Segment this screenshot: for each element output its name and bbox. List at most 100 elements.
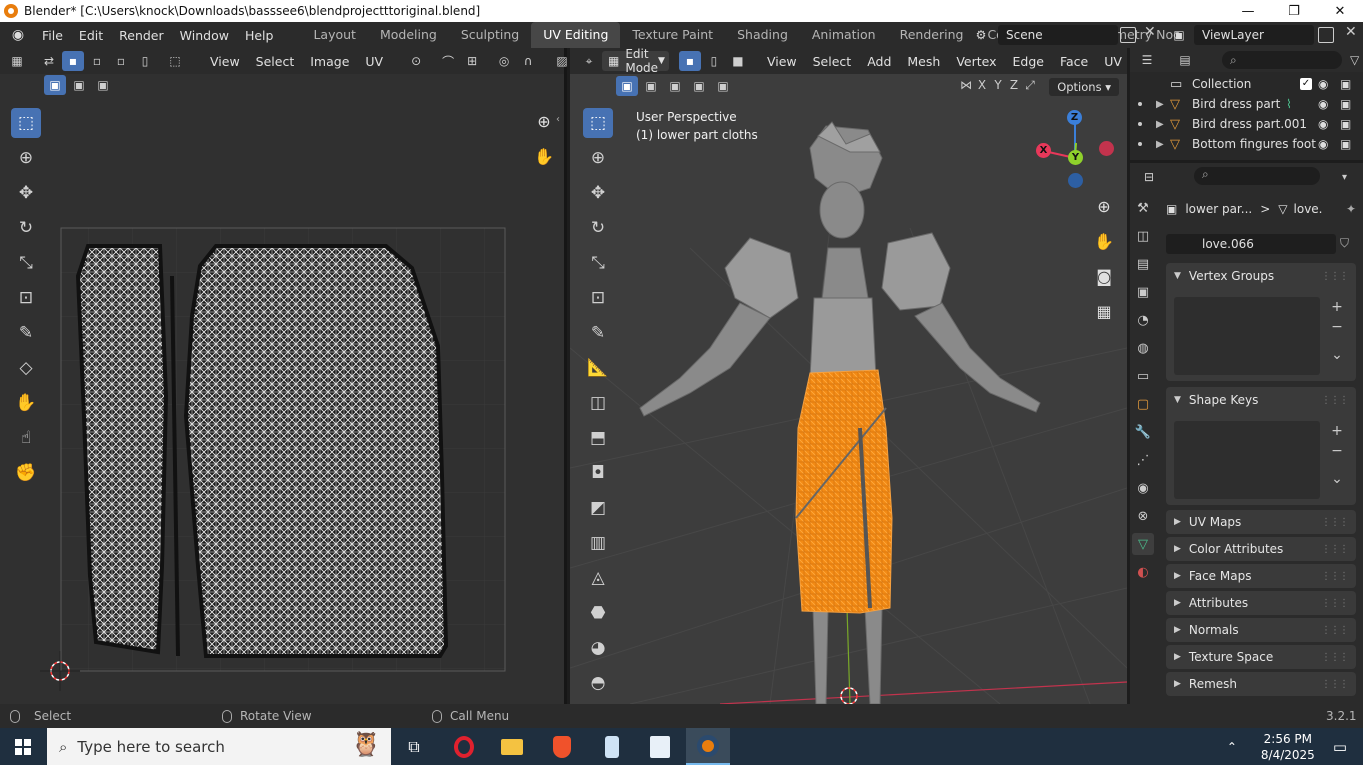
drag-grip-icon[interactable]: ⋮⋮⋮ xyxy=(1321,517,1349,528)
uv-menu-image[interactable]: Image xyxy=(302,54,357,69)
visibility-eye-icon[interactable]: ◉ xyxy=(1318,137,1328,151)
new-view-layer-icon[interactable] xyxy=(1318,27,1334,43)
vp-select-box-tool-icon[interactable]: ⬚ xyxy=(583,108,613,138)
menu-help[interactable]: Help xyxy=(237,28,282,43)
gizmo-neg-z-axis[interactable] xyxy=(1068,173,1083,188)
new-scene-icon[interactable] xyxy=(1120,27,1136,43)
vp-menu-uv[interactable]: UV xyxy=(1096,54,1127,69)
menu-edit[interactable]: Edit xyxy=(71,28,111,43)
snap-target-icon[interactable]: ⊞ xyxy=(461,51,483,71)
uv-menu-select[interactable]: Select xyxy=(248,54,303,69)
properties-editor-type-icon[interactable]: ⊟ xyxy=(1138,167,1160,187)
edge-select-icon[interactable]: ▫ xyxy=(86,51,108,71)
gizmo-z-axis[interactable]: Z xyxy=(1067,110,1082,125)
render-camera-icon[interactable]: ▣ xyxy=(1340,97,1351,111)
vp-menu-vertex[interactable]: Vertex xyxy=(948,54,1004,69)
vertex-groups-list[interactable] xyxy=(1174,297,1320,375)
uv-maps-panel[interactable]: ▶ UV Maps ⋮⋮⋮ xyxy=(1166,510,1356,534)
drag-grip-icon[interactable]: ⋮⋮⋮ xyxy=(1321,598,1349,609)
visibility-eye-icon[interactable]: ◉ xyxy=(1318,97,1328,111)
add-cube-tool-icon[interactable]: ◫ xyxy=(583,388,613,418)
poly-build-tool-icon[interactable]: ⬣ xyxy=(583,598,613,628)
vp-rotate-tool-icon[interactable]: ↻ xyxy=(583,213,613,243)
sticky-mode-icon[interactable]: ⬚ xyxy=(164,51,186,71)
vp-select-invert-icon[interactable]: ▣ xyxy=(688,76,710,96)
visibility-eye-icon[interactable]: ◉ xyxy=(1318,77,1328,91)
vertex-select-icon[interactable]: ▪ xyxy=(62,51,84,71)
tab-rendering[interactable]: Rendering xyxy=(888,22,976,48)
options-dropdown[interactable]: Options ▾ xyxy=(1049,78,1119,96)
vp-select-intersect-icon[interactable]: ▣ xyxy=(712,76,734,96)
output-tab-icon[interactable]: ▤ xyxy=(1132,253,1154,275)
mirror-y[interactable]: Y xyxy=(990,78,1006,93)
add-shape-key-button[interactable]: + xyxy=(1326,421,1348,441)
properties-search-input[interactable]: ⌕ xyxy=(1194,167,1320,185)
vp-select-new-icon[interactable]: ▣ xyxy=(616,76,638,96)
mirror-x[interactable]: X xyxy=(974,78,990,93)
particles-tab-icon[interactable]: ⋰ xyxy=(1132,449,1154,471)
close-button[interactable]: ✕ xyxy=(1317,0,1363,22)
island-select-icon[interactable]: ▯ xyxy=(134,51,156,71)
properties-options-icon[interactable]: ▾ xyxy=(1342,172,1347,183)
vp-cursor-tool-icon[interactable]: ⊕ xyxy=(583,143,613,173)
notification-icon[interactable]: ▭ xyxy=(1333,738,1347,756)
modifier-tab-icon[interactable]: 🔧 xyxy=(1132,421,1154,443)
vp-select-extend-icon[interactable]: ▣ xyxy=(640,76,662,96)
taskbar-search-box[interactable]: ⌕ Type here to search 🦉 xyxy=(47,728,391,765)
outliner-row-object[interactable]: ▶ ▽ Bottom fingures foot ◉ ▣ xyxy=(1130,134,1363,154)
storage-app-icon[interactable] xyxy=(590,728,634,765)
vp-menu-add[interactable]: Add xyxy=(859,54,899,69)
perspective-toggle-icon[interactable]: ▦ xyxy=(1091,298,1117,324)
view-layer-tab-icon[interactable]: ▣ xyxy=(1132,281,1154,303)
menu-render[interactable]: Render xyxy=(111,28,172,43)
material-tab-icon[interactable]: ◐ xyxy=(1132,561,1154,583)
select-extend-icon[interactable]: ▣ xyxy=(68,75,90,95)
collection-checkbox[interactable]: ✓ xyxy=(1300,78,1312,90)
bevel-tool-icon[interactable]: ◩ xyxy=(583,493,613,523)
sync-selection-icon[interactable]: ⇄ xyxy=(38,51,60,71)
outliner-row-object[interactable]: ▶ ▽ Bird dress part ⌇ ◉ ▣ xyxy=(1130,94,1363,114)
vertex-mode-icon[interactable]: ▪ xyxy=(678,51,701,71)
remove-view-layer-icon[interactable]: ✕ xyxy=(1345,24,1357,40)
drag-grip-icon[interactable]: ⋮⋮⋮ xyxy=(1321,395,1349,406)
proportional-edit-icon[interactable]: ◎ xyxy=(493,51,515,71)
tab-texture-paint[interactable]: Texture Paint xyxy=(620,22,725,48)
expand-arrow-icon[interactable]: ▶ xyxy=(1156,99,1164,110)
outliner-row-collection[interactable]: ▭ Collection ✓ ◉ ▣ xyxy=(1130,74,1363,94)
tray-chevron-up-icon[interactable]: ⌃ xyxy=(1227,740,1237,754)
filter-icon[interactable]: ▽ xyxy=(1350,53,1359,67)
drag-grip-icon[interactable]: ⋮⋮⋮ xyxy=(1321,571,1349,582)
file-explorer-icon[interactable] xyxy=(490,728,534,765)
mode-selector[interactable]: ▦ Edit Mode ▼ xyxy=(602,48,669,75)
render-camera-icon[interactable]: ▣ xyxy=(1340,137,1351,151)
system-clock[interactable]: 2:56 PM 8/4/2025 xyxy=(1261,731,1315,763)
tab-shading[interactable]: Shading xyxy=(725,22,800,48)
tab-sculpting[interactable]: Sculpting xyxy=(449,22,531,48)
blender-menu-icon[interactable]: ◉ xyxy=(8,25,28,45)
pan-hand-icon[interactable]: ✋ xyxy=(1091,228,1117,254)
document-app-icon[interactable] xyxy=(638,728,682,765)
brave-icon[interactable] xyxy=(540,728,584,765)
shape-key-specials-button[interactable]: ⌄ xyxy=(1326,469,1348,489)
pin-icon[interactable]: ✦ xyxy=(1346,202,1356,216)
tab-uv-editing[interactable]: UV Editing xyxy=(531,22,621,48)
tab-modeling[interactable]: Modeling xyxy=(368,22,449,48)
mirror-toggle-icon[interactable]: ⋈ xyxy=(958,78,974,93)
view-layer-selector[interactable]: ViewLayer xyxy=(1194,25,1314,45)
remesh-panel[interactable]: ▶ Remesh ⋮⋮⋮ xyxy=(1166,672,1356,696)
shape-keys-header[interactable]: ▼ Shape Keys ⋮⋮⋮ xyxy=(1166,387,1356,413)
color-attributes-panel[interactable]: ▶ Color Attributes ⋮⋮⋮ xyxy=(1166,537,1356,561)
blender-taskbar-icon[interactable] xyxy=(686,728,730,765)
vp-annotate-tool-icon[interactable]: ✎ xyxy=(583,318,613,348)
vp-move-tool-icon[interactable]: ✥ xyxy=(583,178,613,208)
falloff-icon[interactable]: ∩ xyxy=(517,51,539,71)
auto-merge-icon[interactable]: ⤢ xyxy=(1022,78,1038,93)
vp-select-subtract-icon[interactable]: ▣ xyxy=(664,76,686,96)
drag-grip-icon[interactable]: ⋮⋮⋮ xyxy=(1321,544,1349,555)
start-button[interactable] xyxy=(0,728,46,765)
tab-layout[interactable]: Layout xyxy=(301,22,368,48)
selected-skirt-mesh[interactable] xyxy=(795,369,893,614)
camera-view-icon[interactable]: ◙ xyxy=(1091,263,1117,289)
uv-island-left[interactable] xyxy=(75,244,169,655)
outliner-editor-type-icon[interactable]: ☰ xyxy=(1136,50,1158,70)
